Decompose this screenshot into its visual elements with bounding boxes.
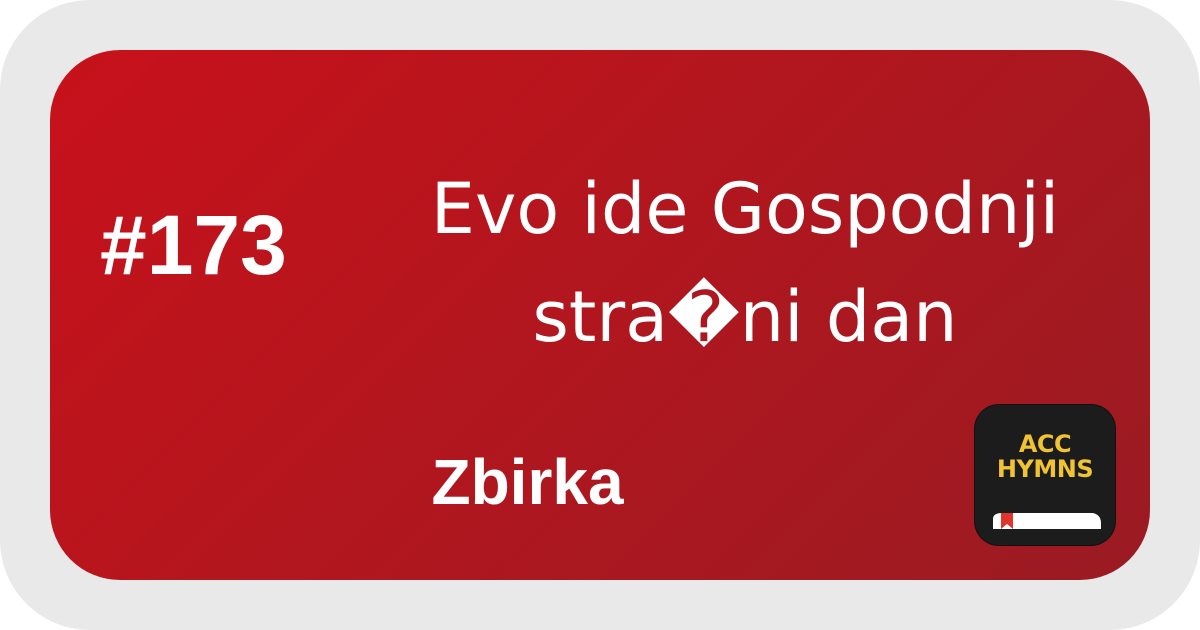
book-bookmark-icon xyxy=(991,511,1103,531)
collection-name: Zbirka xyxy=(431,446,624,518)
hymn-title: Evo ide Gospodnji stra�ni dan xyxy=(340,155,1150,371)
hymn-title-line-2: stra�ni dan xyxy=(532,276,958,358)
acc-hymns-logo: ACC HYMNS xyxy=(975,405,1115,545)
hymn-title-line-1: Evo ide Gospodnji xyxy=(430,168,1060,250)
hymn-number: #173 xyxy=(100,198,287,292)
